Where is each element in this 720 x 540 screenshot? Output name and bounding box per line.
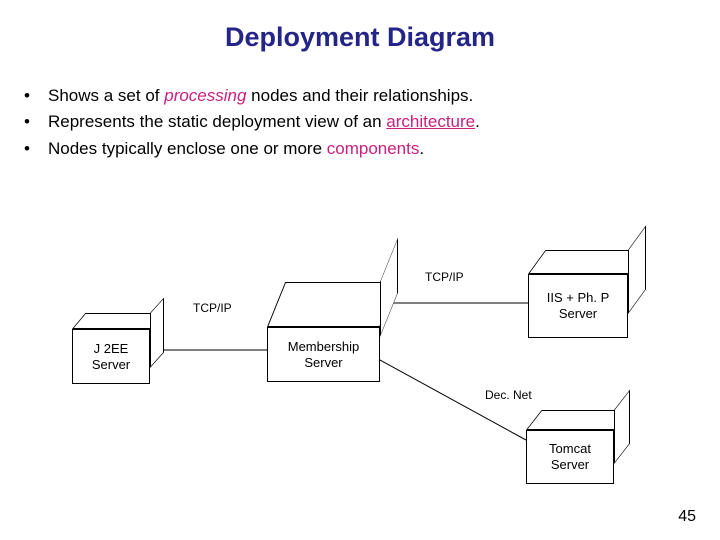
bullet-list: • Shows a set of processing nodes and th… <box>24 83 720 162</box>
bullet-emphasis: architecture <box>386 112 475 131</box>
bullet-text: Represents the static deployment view of… <box>48 112 386 131</box>
bullet-item: • Shows a set of processing nodes and th… <box>24 83 720 109</box>
bullet-emphasis: components <box>327 139 420 158</box>
bullet-text: . <box>475 112 480 131</box>
bullet-item: • Represents the static deployment view … <box>24 109 720 135</box>
bullet-text: nodes and their relationships. <box>246 86 473 105</box>
bullet-emphasis: processing <box>164 86 246 105</box>
edge-label-decnet: Dec. Net <box>485 388 532 402</box>
edge-label-tcpip-upper: TCP/IP <box>425 270 464 284</box>
page-number: 45 <box>678 508 696 526</box>
edge-label-tcpip-lower: TCP/IP <box>193 301 232 315</box>
bullet-dot-icon: • <box>24 83 48 109</box>
bullet-text: . <box>419 139 424 158</box>
node-label: TomcatServer <box>549 441 591 472</box>
bullet-dot-icon: • <box>24 136 48 162</box>
node-label: IIS + Ph. PServer <box>547 290 610 321</box>
bullet-item: • Nodes typically enclose one or more co… <box>24 136 720 162</box>
page-title: Deployment Diagram <box>0 0 720 53</box>
bullet-dot-icon: • <box>24 109 48 135</box>
bullet-text: Nodes typically enclose one or more <box>48 139 327 158</box>
node-label: MembershipServer <box>288 339 360 370</box>
bullet-text: Shows a set of <box>48 86 164 105</box>
node-label: J 2EEServer <box>92 341 130 372</box>
